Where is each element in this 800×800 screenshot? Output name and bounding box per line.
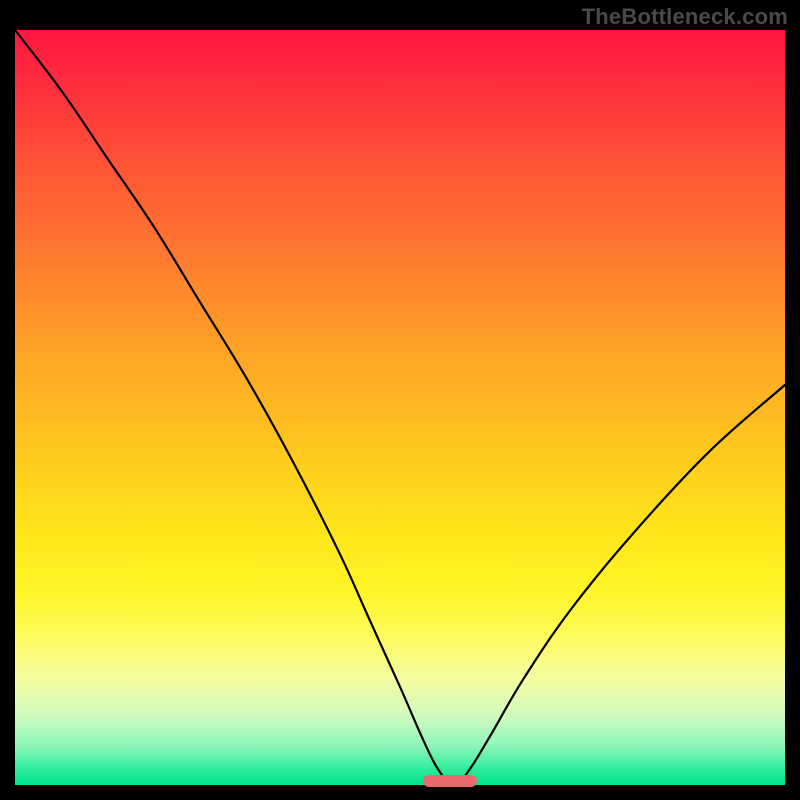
watermark-text: TheBottleneck.com [582,4,788,30]
plot-area [15,30,785,785]
bottleneck-curve [15,30,785,785]
chart-frame: TheBottleneck.com [0,0,800,800]
optimal-range-marker [423,775,477,787]
